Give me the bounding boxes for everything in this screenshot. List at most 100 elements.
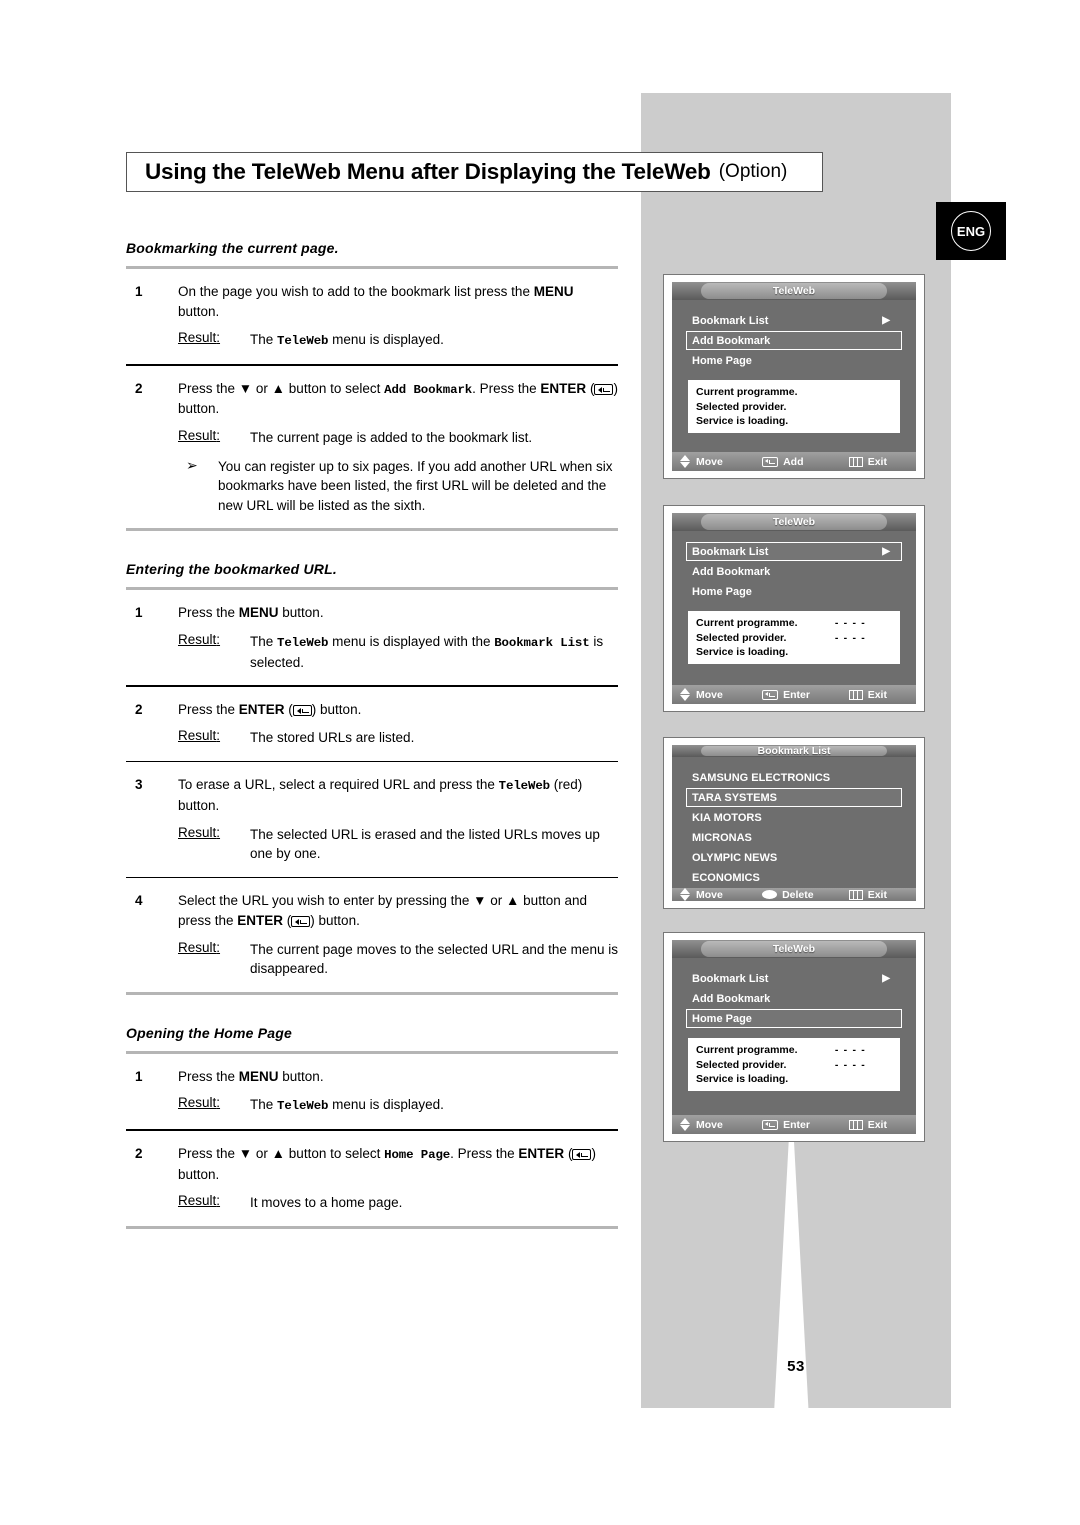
osd-footer-action[interactable]: Enter [762,689,849,701]
body-text: The [250,332,278,348]
osd-status-row: Selected provider. - - - - [696,630,892,644]
osd-footer-label: Move [696,888,723,901]
body-text: The [250,633,278,649]
osd-footer-label: Move [696,688,723,701]
osd-menu-item[interactable]: ECONOMICS [686,868,902,887]
osd-menu-item[interactable]: MICRONAS [686,828,902,847]
enter-key-icon [762,689,779,700]
result-colon: : [216,728,221,744]
body-text: ▼ [238,1145,253,1161]
osd-menu-item[interactable]: Add Bookmark [686,989,902,1008]
result-text: The TeleWeb menu is displayed with the B… [250,632,618,673]
step-text: On the page you wish to add to the bookm… [178,282,618,321]
body-text: button. [278,1068,324,1084]
osd-footer-bar: Move Add Exit [672,452,916,471]
step-number: 1 [135,284,143,299]
osd-footer-label: Enter [783,1118,810,1131]
step-body: Press the MENU button. Result: The TeleWeb… [178,603,618,672]
result-text: The TeleWeb menu is displayed. [250,1095,618,1116]
osd-status-box: Current programme. Selected provider. Serv… [688,380,900,434]
body-text: button to select [285,1145,385,1161]
osd-menu-item-label: ECONOMICS [692,871,760,884]
osd-footer-bar: Move Delete Exit [672,888,916,901]
note-bullet-icon: ➢ [186,456,198,473]
osd-footer-action[interactable]: Move [680,688,762,701]
updown-icon [680,1118,691,1131]
osd-footer-action[interactable]: Exit [848,456,908,468]
body-text: You can register up to six pages. If you… [218,458,613,513]
page-number: 53 [787,1358,805,1375]
step-text: Press the ▼ or ▲ button to select Add Bo… [178,379,618,420]
updown-icon [680,888,691,901]
osd-menu-item[interactable]: Bookmark List ▶ [686,542,902,561]
osd-menu-item[interactable]: Home Page [686,582,902,601]
osd-footer-action[interactable]: Exit [848,889,908,901]
osd-menu-item[interactable]: Bookmark List ▶ [686,969,902,988]
osd-menu-item[interactable]: TARA SYSTEMS [686,788,902,807]
instruction-step: 1 Press the MENU button. Result: The TeleWe… [126,1054,618,1130]
step-number: 4 [135,893,143,909]
osd-title-bar: TeleWeb [672,513,916,531]
menu-term: TeleWeb [277,1099,329,1114]
osd-menu-item[interactable]: SAMSUNG ELECTRONICS [686,768,902,787]
exit-menu-icon [848,889,863,900]
body-text: ) button. [310,912,360,928]
osd-menu-item[interactable]: Home Page [686,1009,902,1028]
osd-status-value: - - - - [834,1044,866,1057]
step-body: Press the MENU button. Result: The TeleWeb… [178,1067,618,1117]
step-text: Press the ▼ or ▲ button to select Home P… [178,1144,618,1185]
osd-menu-item-label: Add Bookmark [692,992,771,1005]
osd-footer-action[interactable]: Add [762,456,849,468]
page-title: Using the TeleWeb Menu after Displaying … [126,152,823,192]
osd-status-value: - - - - [834,1058,866,1071]
osd-screen: TeleWeb Bookmark List ▶ Add Bookmark Home Pa… [672,282,916,471]
body-text: Press the [178,380,239,396]
body-text: Press the [178,701,239,717]
osd-menu-item[interactable]: KIA MOTORS [686,808,902,827]
body-text: or [486,893,507,909]
body-text: ▲ [506,893,520,909]
step-result: Result: The current page moves to the sel… [178,940,618,979]
osd-footer-action[interactable]: Move [680,455,762,468]
osd-status-row: Service is loading. [696,414,892,428]
body-text: or [252,380,272,396]
osd-footer-action[interactable]: Move [680,1118,762,1131]
result-colon: : [216,330,221,346]
osd-spacer [686,371,902,380]
exit-menu-icon [848,456,863,467]
osd-menu-item-label: Home Page [692,1012,752,1025]
button-name: MENU [238,1068,279,1084]
osd-footer-action[interactable]: Enter [762,1119,849,1131]
osd-menu-list: Bookmark List ▶ Add Bookmark Home Page Curre… [672,300,916,452]
button-name: MENU [238,605,279,621]
result-colon: : [216,939,221,955]
instructions-column: Bookmarking the current page. 1 On the pag… [126,240,618,1229]
instruction-step: 2 Press the ▼ or ▲ button to select Home … [126,1131,618,1226]
osd-menu-item[interactable]: Add Bookmark [686,331,902,350]
osd-menu-item[interactable]: Bookmark List ▶ [686,311,902,330]
osd-menu-item-label: MICRONAS [692,831,752,844]
osd-status-value: - - - - [834,617,866,630]
osd-menu-item[interactable]: Add Bookmark [686,562,902,581]
osd-menu-item[interactable]: Home Page [686,351,902,370]
result-label: Result: [178,1193,221,1209]
osd-status-row: Service is loading. [696,1072,892,1086]
osd-footer-action[interactable]: Move [680,888,762,901]
step-number: 3 [135,777,143,793]
osd-footer-action[interactable]: Exit [848,689,908,701]
instruction-step: 3 To erase a URL, select a required URL a… [126,762,618,877]
page-title-main: Using the TeleWeb Menu after Displaying … [145,159,711,184]
result-colon: : [216,824,221,840]
body-text: Select the URL you wish to enter by pres… [178,893,474,909]
osd-footer-action[interactable]: Exit [848,1119,908,1131]
osd-menu-item[interactable]: OLYMPIC NEWS [686,848,902,867]
enter-key-icon [291,915,311,927]
osd-footer-action[interactable]: Delete [762,889,849,901]
submenu-arrow-icon: ▶ [882,315,890,326]
osd-title-bar: Bookmark List [672,745,916,757]
osd-footer-bar: Move Enter Exit [672,685,916,704]
note-text: You can register up to six pages. If you… [218,457,618,516]
osd-status-label: Service is loading. [696,414,789,427]
step-body: On the page you wish to add to the bookm… [178,282,618,351]
